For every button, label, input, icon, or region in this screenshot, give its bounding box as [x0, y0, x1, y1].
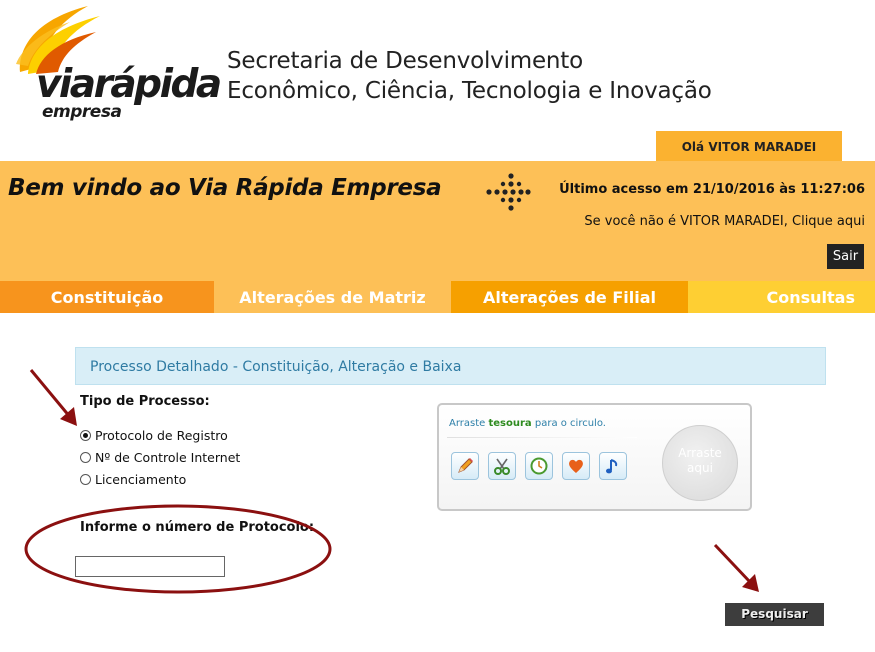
user-greeting-tab: Olá VITOR MARADEI	[656, 131, 842, 162]
section-title: Processo Detalhado - Constituição, Alter…	[75, 347, 826, 385]
process-type-label: Tipo de Processo:	[80, 394, 210, 409]
header-title-line2: Econômico, Ciência, Tecnologia e Inovaçã…	[227, 78, 712, 104]
captcha-instruction: Arraste tesoura para o circulo.	[449, 418, 606, 429]
nav-item-alteracoes-matriz[interactable]: Alterações de Matriz	[214, 281, 451, 313]
nav-item-constituicao[interactable]: Constituição	[0, 281, 214, 313]
captcha-instruction-prefix: Arraste	[449, 418, 489, 429]
radio-button-selected[interactable]	[80, 429, 91, 441]
last-access-text: Último acesso em 21/10/2016 às 11:27:06	[559, 182, 865, 197]
logo-subtitle: empresa	[42, 102, 122, 122]
nav-item-consultas-label: Consultas	[766, 288, 856, 307]
search-button[interactable]: Pesquisar	[725, 603, 824, 626]
clock-icon[interactable]	[525, 452, 553, 480]
logout-button[interactable]: Sair	[827, 244, 864, 269]
nav-item-consultas[interactable]: Consultas	[688, 281, 875, 313]
captcha-target-word: tesoura	[488, 418, 532, 429]
captcha-instruction-suffix: para o circulo.	[531, 418, 606, 429]
not-you-link[interactable]: Se você não é VITOR MARADEI, Clique aqui	[584, 214, 865, 229]
captcha-target-line2: aqui	[687, 461, 713, 475]
captcha-divider	[447, 437, 637, 438]
heart-icon[interactable]	[562, 452, 590, 480]
main-navigation: Constituição Alterações de Matriz Altera…	[0, 281, 875, 313]
scissors-icon[interactable]	[488, 452, 516, 480]
music-note-icon[interactable]	[599, 452, 627, 480]
dots-decoration-icon	[486, 173, 531, 211]
annotation-arrow-icon	[29, 369, 77, 426]
radio-label: Protocolo de Registro	[95, 427, 228, 443]
pencil-icon[interactable]	[451, 452, 479, 480]
annotation-arrow-icon	[713, 543, 759, 592]
radio-label: Nº de Controle Internet	[95, 449, 241, 465]
logo-wordmark: viarápida	[36, 62, 222, 107]
page-header-title: Secretaria de Desenvolvimento Econômico,…	[227, 46, 712, 106]
radio-label: Licenciamento	[95, 471, 187, 487]
welcome-heading: Bem vindo ao Via Rápida Empresa	[8, 175, 442, 201]
captcha-drop-target[interactable]: Arraste aqui	[662, 425, 738, 501]
radio-option-controle-internet[interactable]: Nº de Controle Internet	[80, 448, 240, 466]
nav-item-alteracoes-filial[interactable]: Alterações de Filial	[451, 281, 688, 313]
radio-option-protocolo-registro[interactable]: Protocolo de Registro	[80, 426, 228, 444]
radio-option-licenciamento[interactable]: Licenciamento	[80, 470, 186, 488]
radio-button[interactable]	[80, 473, 91, 485]
radio-button[interactable]	[80, 451, 91, 463]
captcha-target-line1: Arraste	[678, 446, 722, 460]
annotation-ellipse	[24, 504, 332, 594]
header-title-line1: Secretaria de Desenvolvimento	[227, 48, 583, 74]
